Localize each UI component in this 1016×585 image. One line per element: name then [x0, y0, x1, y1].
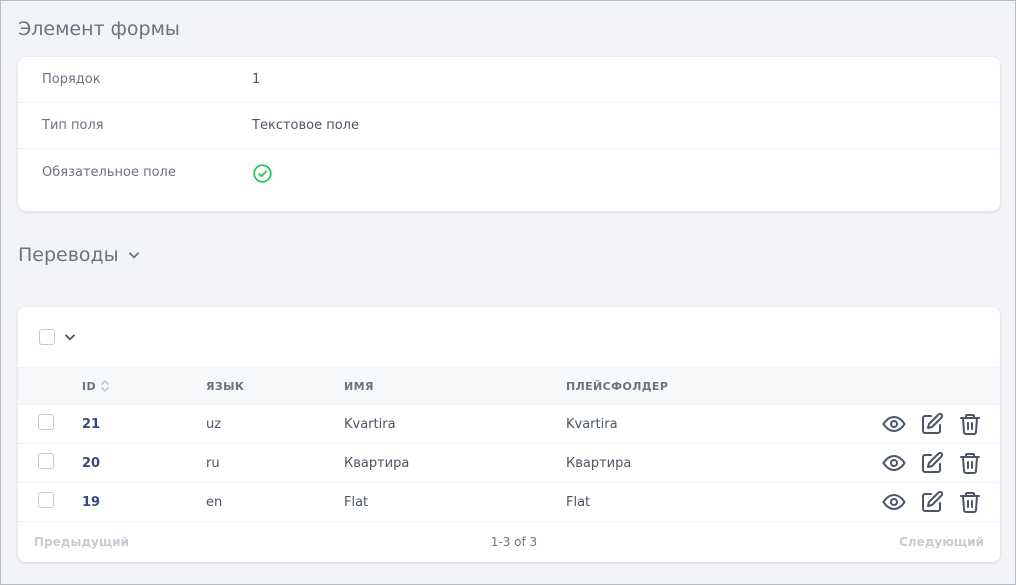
- row-placeholder: Kvartira: [566, 416, 618, 432]
- pagination: Предыдущий 1-3 of 3 Следующий: [18, 522, 1000, 562]
- column-lang: ЯЗЫК: [206, 379, 245, 393]
- row-lang: uz: [206, 416, 222, 432]
- translations-title: Переводы: [18, 244, 119, 266]
- chevron-down-icon[interactable]: [63, 330, 77, 344]
- translations-table: ID ЯЗЫК ИМЯ ПЛЕЙСФОЛДЕР 21 uz Kvartira K…: [18, 307, 1000, 562]
- edit-icon[interactable]: [920, 490, 944, 514]
- page-title: Элемент формы: [18, 18, 180, 40]
- detail-value: [252, 157, 273, 188]
- eye-icon[interactable]: [882, 451, 906, 475]
- detail-label: Тип поля: [42, 118, 104, 133]
- chevron-down-icon: [128, 252, 139, 259]
- detail-label: Обязательное поле: [42, 164, 176, 180]
- detail-value: Текстовое поле: [252, 118, 359, 133]
- trash-icon[interactable]: [958, 451, 982, 475]
- row-checkbox[interactable]: [38, 453, 54, 469]
- sort-icon[interactable]: [100, 378, 110, 394]
- detail-row-required: Обязательное поле: [18, 149, 1000, 195]
- detail-value: 1: [252, 72, 261, 87]
- row-checkbox[interactable]: [38, 492, 54, 508]
- row-placeholder: Flat: [566, 494, 591, 510]
- check-circle-icon: [252, 163, 273, 184]
- table-row: 21 uz Kvartira Kvartira: [18, 405, 1000, 444]
- table-toolbar: [18, 307, 1000, 367]
- table-header: ID ЯЗЫК ИМЯ ПЛЕЙСФОЛДЕР: [18, 367, 1000, 405]
- column-id-label: ID: [82, 379, 97, 393]
- row-lang: ru: [206, 455, 220, 471]
- edit-icon[interactable]: [920, 451, 944, 475]
- detail-card: Порядок 1 Тип поля Текстовое поле Обязат…: [18, 57, 1000, 211]
- trash-icon[interactable]: [958, 412, 982, 436]
- row-name: Flat: [344, 494, 369, 510]
- table-row: 20 ru Квартира Квартира: [18, 444, 1000, 483]
- row-id-link[interactable]: 20: [82, 456, 100, 471]
- translations-toggle[interactable]: Переводы: [18, 244, 141, 266]
- row-id-link[interactable]: 21: [82, 417, 100, 432]
- prev-page-button[interactable]: Предыдущий: [34, 535, 129, 549]
- detail-row-field-type: Тип поля Текстовое поле: [18, 103, 1000, 149]
- column-id[interactable]: ID: [82, 378, 206, 394]
- row-name: Квартира: [344, 455, 410, 471]
- eye-icon[interactable]: [882, 412, 906, 436]
- edit-icon[interactable]: [920, 412, 944, 436]
- detail-label: Порядок: [42, 72, 101, 87]
- column-name: ИМЯ: [344, 379, 374, 393]
- row-checkbox[interactable]: [38, 414, 54, 430]
- row-id-link[interactable]: 19: [82, 495, 100, 510]
- column-placeholder: ПЛЕЙСФОЛДЕР: [566, 379, 669, 393]
- select-all-checkbox[interactable]: [39, 329, 55, 345]
- trash-icon[interactable]: [958, 490, 982, 514]
- pagination-info: 1-3 of 3: [490, 535, 538, 549]
- row-name: Kvartira: [344, 416, 396, 432]
- detail-row-order: Порядок 1: [18, 57, 1000, 103]
- row-lang: en: [206, 494, 223, 510]
- next-page-button[interactable]: Следующий: [899, 535, 984, 549]
- table-row: 19 en Flat Flat: [18, 483, 1000, 522]
- row-placeholder: Квартира: [566, 455, 632, 471]
- eye-icon[interactable]: [882, 490, 906, 514]
